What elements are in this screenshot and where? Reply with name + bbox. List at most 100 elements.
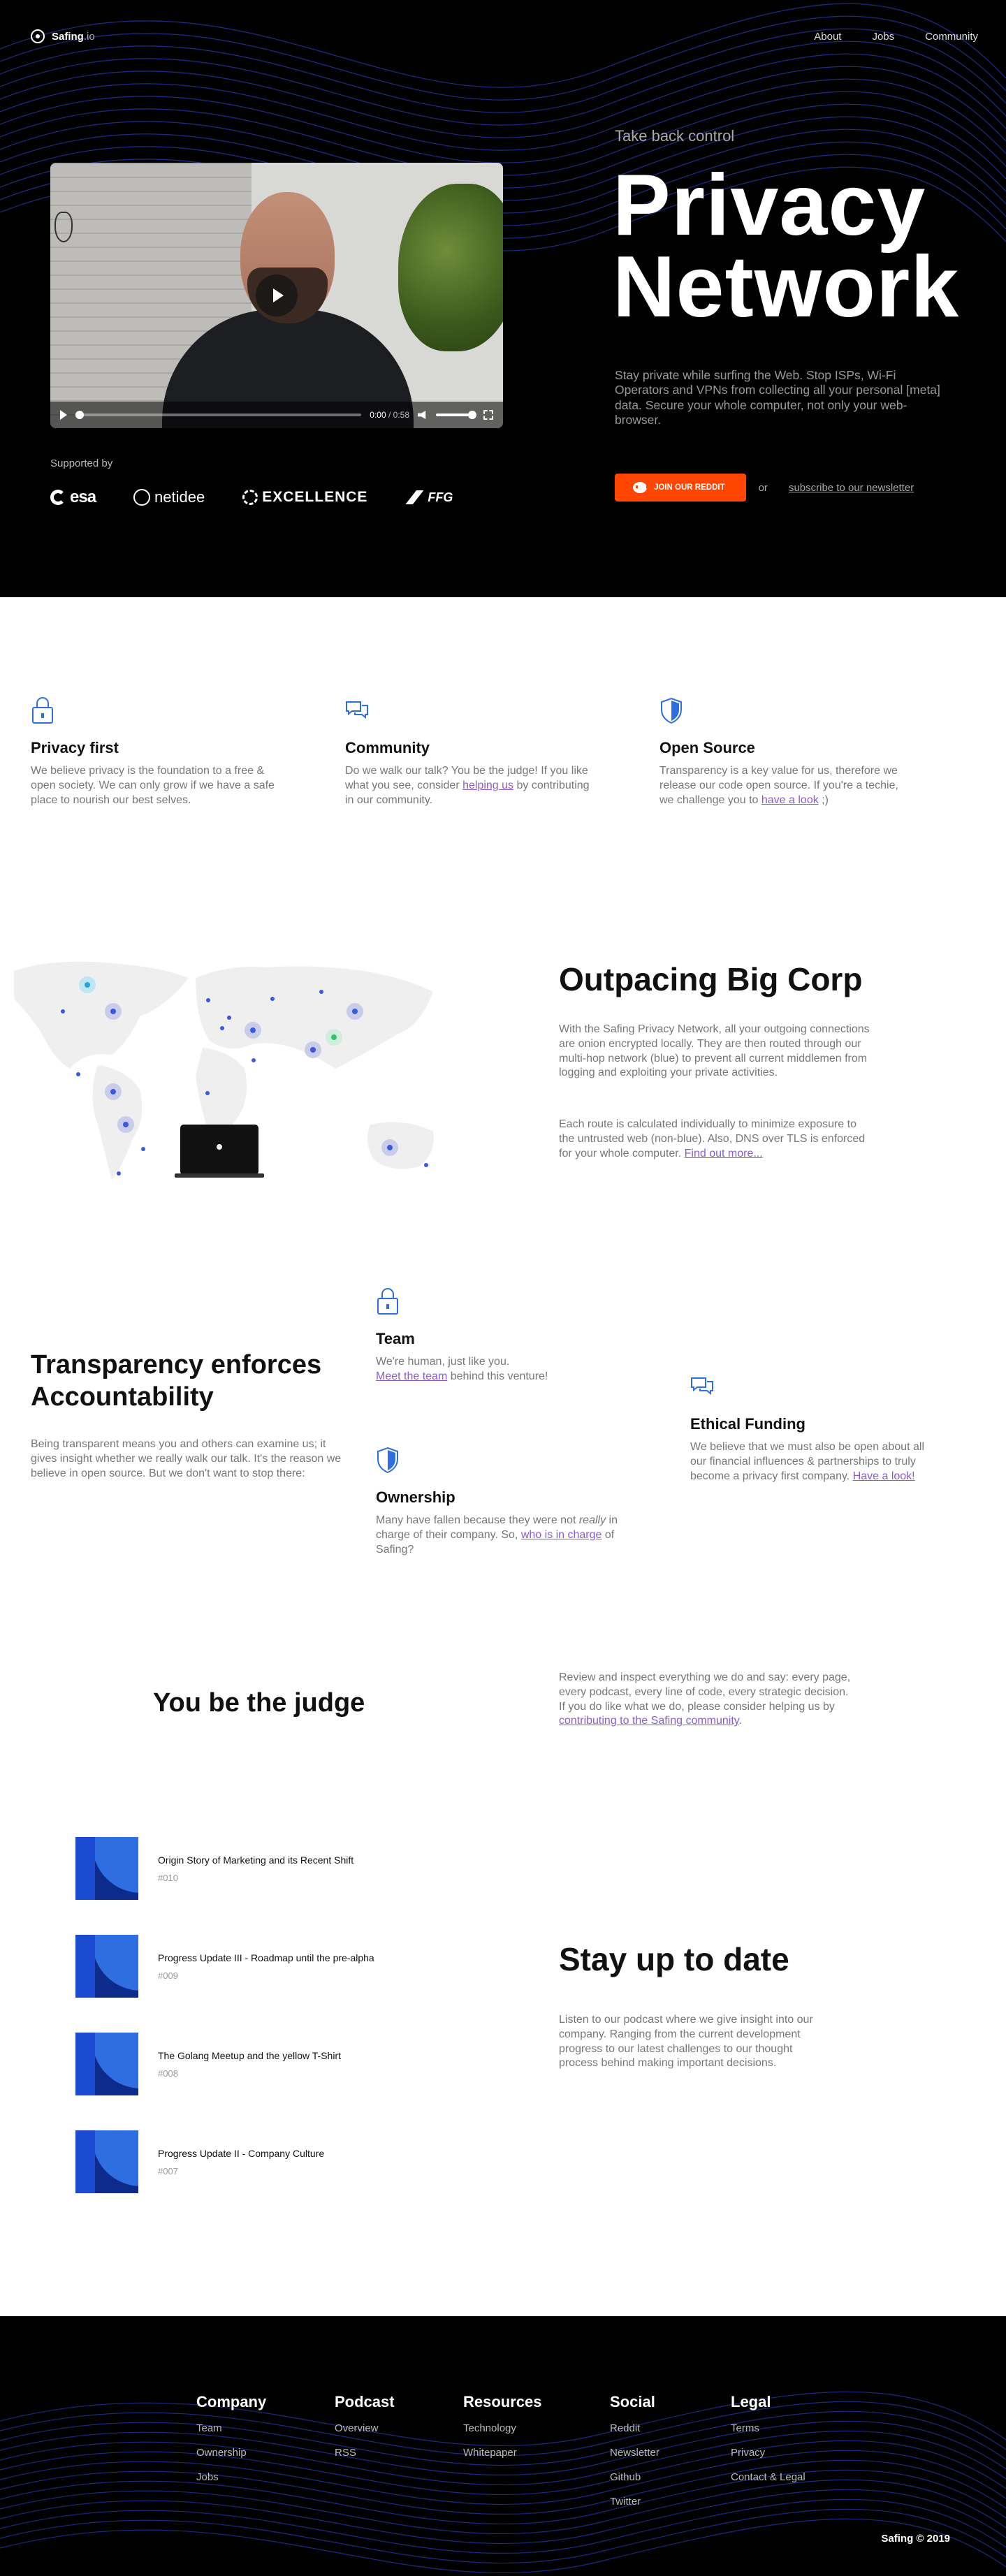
feature-title: Privacy first xyxy=(31,739,119,756)
helping-us-link[interactable]: helping us xyxy=(462,780,513,791)
feature-text: We believe privacy is the foundation to … xyxy=(31,765,275,806)
footer-heading: Legal xyxy=(731,2393,771,2410)
world-map-illustration xyxy=(14,961,434,1180)
footer-column-resources: Resources Technology Whitepaper xyxy=(463,2393,542,2471)
footer-link-technology[interactable]: Technology xyxy=(463,2422,542,2434)
footer-link-overview[interactable]: Overview xyxy=(335,2422,395,2434)
wave-line xyxy=(0,2469,1006,2524)
episode-title: Origin Story of Marketing and its Recent… xyxy=(158,1854,354,1866)
episode-number: #010 xyxy=(158,1872,178,1883)
copyright: Safing © 2019 xyxy=(881,2533,950,2545)
video-play-button[interactable] xyxy=(256,275,298,316)
transparency-text: Being transparent means you and others c… xyxy=(31,1438,342,1479)
laptop-illustration xyxy=(175,1125,264,1178)
have-a-look-funding-link[interactable]: Have a look! xyxy=(853,1470,915,1482)
footer-link-privacy[interactable]: Privacy xyxy=(731,2447,805,2459)
supported-by-label: Supported by xyxy=(50,458,113,469)
have-a-look-link[interactable]: have a look xyxy=(761,794,819,806)
ownership-title: Ownership xyxy=(376,1488,455,1506)
transparency-ethical-funding: Ethical Funding We believe that we must … xyxy=(690,1373,942,1484)
wave-line xyxy=(0,2508,1006,2563)
sponsor-netidee-logo: netidee xyxy=(133,488,205,506)
episode-number: #007 xyxy=(158,2165,178,2176)
transparency-ownership: Ownership Many have fallen because they … xyxy=(376,1446,627,1557)
volume-icon[interactable] xyxy=(418,411,426,419)
logo[interactable]: Safing.io xyxy=(31,29,95,43)
podcast-episode[interactable]: Progress Update III - Roadmap until the … xyxy=(75,1935,374,1998)
join-reddit-button[interactable]: JOIN OUR REDDIT xyxy=(615,474,746,502)
footer-link-newsletter[interactable]: Newsletter xyxy=(610,2447,659,2459)
play-icon[interactable] xyxy=(60,410,67,420)
footer-link-whitepaper[interactable]: Whitepaper xyxy=(463,2447,542,2459)
feature-text: Do we walk our talk? You be the judge! I… xyxy=(345,765,590,806)
hero-tagline: Take back control xyxy=(615,127,735,145)
network-text-2: Each route is calculated individually to… xyxy=(559,1118,866,1159)
episode-number: #008 xyxy=(158,2068,178,2079)
logo-suffix: .io xyxy=(83,30,95,43)
who-is-in-charge-link[interactable]: who is in charge xyxy=(521,1529,602,1541)
reddit-icon xyxy=(633,482,648,493)
feature-privacy-first: Privacy first We believe privacy is the … xyxy=(31,696,282,807)
hero-description: Stay private while surfing the Web. Stop… xyxy=(615,368,940,427)
team-title: Team xyxy=(376,1330,415,1347)
episode-thumbnail xyxy=(75,1837,138,1900)
hero-cta-row: JOIN OUR REDDIT or subscribe to our news… xyxy=(615,474,914,502)
cta-or-text: or xyxy=(758,481,768,494)
footer-link-reddit[interactable]: Reddit xyxy=(610,2422,659,2434)
funding-text: We believe that we must also be open abo… xyxy=(690,1441,925,1482)
feature-text: Transparency is a key value for us, ther… xyxy=(659,765,898,806)
contributing-link[interactable]: contributing to the Safing community xyxy=(559,1715,739,1727)
transparency-team: Team We're human, just like you. Meet the… xyxy=(376,1287,627,1384)
chat-icon xyxy=(346,701,368,719)
logo-text: Safing xyxy=(52,30,84,43)
feature-title: Open Source xyxy=(659,739,755,756)
footer: Company Team Ownership Jobs Podcast Over… xyxy=(0,2316,1006,2576)
sponsor-esa-logo: esa xyxy=(50,488,96,507)
find-out-more-link[interactable]: Find out more... xyxy=(685,1148,763,1159)
footer-link-twitter[interactable]: Twitter xyxy=(610,2496,659,2508)
episode-thumbnail xyxy=(75,2033,138,2095)
video-frame-lamp xyxy=(54,212,73,242)
nav-link-community[interactable]: Community xyxy=(925,31,978,43)
network-title: Outpacing Big Corp xyxy=(559,961,863,997)
judge-text: Review and inspect everything we do and … xyxy=(559,1671,851,1727)
judge-title: You be the judge xyxy=(153,1688,365,1718)
footer-link-team[interactable]: Team xyxy=(196,2422,266,2434)
footer-heading: Social xyxy=(610,2393,655,2410)
meet-the-team-link[interactable]: Meet the team xyxy=(376,1370,447,1382)
volume-knob[interactable] xyxy=(468,411,476,419)
volume-slider[interactable] xyxy=(436,411,476,419)
footer-heading: Podcast xyxy=(335,2393,395,2410)
lock-icon xyxy=(32,697,53,724)
video-time: 0:00 / 0:58 xyxy=(370,410,409,420)
footer-link-rss[interactable]: RSS xyxy=(335,2447,395,2459)
shield-icon xyxy=(377,1447,398,1474)
lock-icon xyxy=(377,1288,398,1315)
fullscreen-icon[interactable] xyxy=(483,410,493,420)
funding-title: Ethical Funding xyxy=(690,1415,805,1433)
footer-link-ownership[interactable]: Ownership xyxy=(196,2447,266,2459)
intro-video[interactable]: 0:00 / 0:58 xyxy=(50,163,503,428)
footer-column-podcast: Podcast Overview RSS xyxy=(335,2393,395,2471)
sponsor-excellence-logo: EXCELLENCE xyxy=(242,489,367,506)
wave-line xyxy=(0,2479,1006,2534)
video-progress-knob[interactable] xyxy=(75,411,84,419)
footer-link-terms[interactable]: Terms xyxy=(731,2422,805,2434)
nav-link-about[interactable]: About xyxy=(814,31,841,43)
wave-line xyxy=(0,2498,1006,2554)
podcast-episode[interactable]: The Golang Meetup and the yellow T-Shirt… xyxy=(75,2033,341,2095)
footer-link-github[interactable]: Github xyxy=(610,2471,659,2483)
feature-open-source: Open Source Transparency is a key value … xyxy=(659,696,911,807)
podcast-section-text: Listen to our podcast where we give insi… xyxy=(559,2014,813,2070)
video-progress-bar[interactable] xyxy=(75,411,362,419)
footer-heading: Resources xyxy=(463,2393,542,2410)
footer-link-jobs[interactable]: Jobs xyxy=(196,2471,266,2483)
newsletter-link[interactable]: subscribe to our newsletter xyxy=(789,482,914,494)
podcast-episode[interactable]: Progress Update II - Company Culture #007 xyxy=(75,2130,324,2193)
footer-link-contact[interactable]: Contact & Legal xyxy=(731,2471,805,2483)
sponsor-logos: esa netidee EXCELLENCE FFG xyxy=(50,488,453,507)
footer-column-legal: Legal Terms Privacy Contact & Legal xyxy=(731,2393,805,2496)
nav-link-jobs[interactable]: Jobs xyxy=(872,31,894,43)
podcast-episode[interactable]: Origin Story of Marketing and its Recent… xyxy=(75,1837,353,1900)
logo-icon xyxy=(31,29,45,43)
